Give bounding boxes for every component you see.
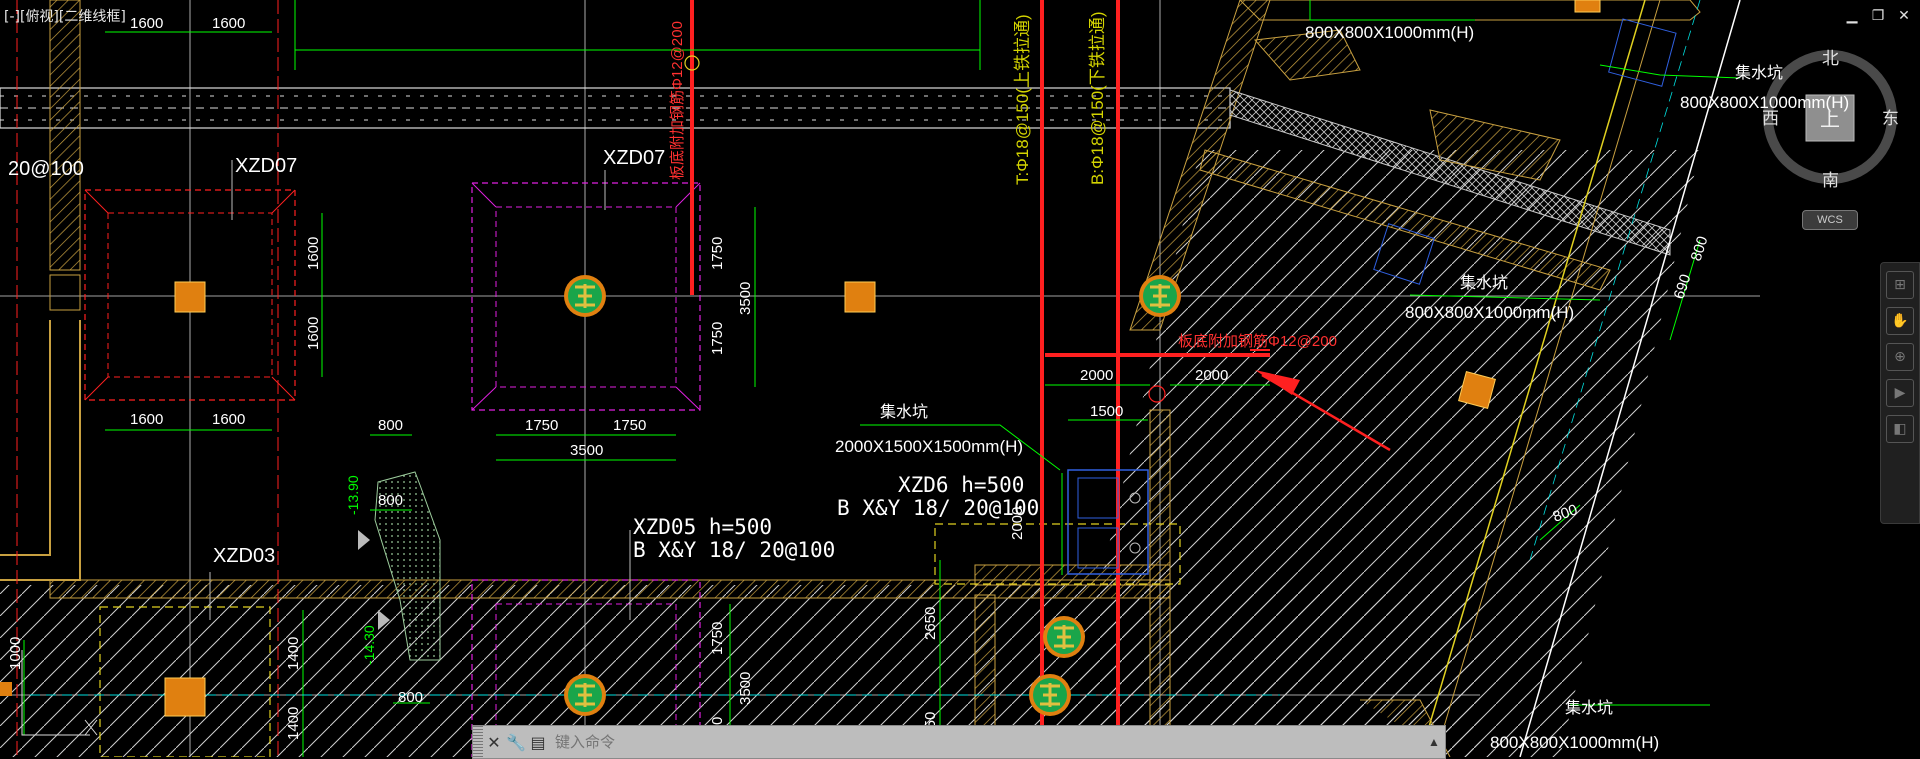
viewcube-top-face[interactable]: 上 xyxy=(1820,108,1840,131)
label-xzd03: XZD03 xyxy=(213,545,275,567)
viewcube-north[interactable]: 北 xyxy=(1822,49,1839,68)
viewport-controls-label[interactable]: [-][俯视][二维线框] xyxy=(4,6,126,26)
dim-text: 1500 xyxy=(1090,403,1123,420)
dim-text: 800 xyxy=(378,417,403,434)
pan-icon[interactable]: ✋ xyxy=(1886,307,1914,335)
wrench-icon[interactable]: 🔧 xyxy=(505,730,527,754)
dim-text: 800 xyxy=(378,492,403,509)
viewport-window-controls: ▁ ❐ ✕ xyxy=(1844,8,1912,24)
command-line-grip[interactable] xyxy=(473,726,483,758)
wcs-menu[interactable]: WCS xyxy=(1802,210,1858,230)
navigation-bar: ⊞ ✋ ⊕ ▶ ◧ xyxy=(1880,262,1920,524)
dim-text: 1000 xyxy=(7,637,24,670)
viewcube-south[interactable]: 南 xyxy=(1822,171,1839,190)
red-note-horizontal: 板底附加钢筋Φ12@200 xyxy=(1178,332,1337,350)
expand-history-icon[interactable]: ▲ xyxy=(1423,735,1445,749)
sump-pit-top-right[interactable] xyxy=(1608,18,1677,87)
pit5-size: 800X800X1000mm(H) xyxy=(1490,733,1659,752)
pit2-size: 800X800X1000mm(H) xyxy=(1305,23,1474,42)
close-icon[interactable]: ✕ xyxy=(483,730,505,754)
pit1-size: 2000X1500X1500mm(H) xyxy=(835,437,1023,456)
dim-text: 2000 xyxy=(1195,367,1228,384)
rebar-label-left: 20@100 xyxy=(8,158,84,180)
drawing-canvas[interactable]: 20@100 XZD07 XZD07 XZD03 XZD05 h=500 B X… xyxy=(0,0,1920,757)
dim-text: 2000 xyxy=(1009,507,1026,540)
pit4-name: 集水坑 xyxy=(1460,274,1508,292)
dim-text: 2650 xyxy=(922,607,939,640)
dim-text: 1400 xyxy=(285,637,302,670)
label-xzd07-mid: XZD07 xyxy=(603,147,665,169)
dim-text: 1600 xyxy=(305,237,322,270)
dim-text: 1600 xyxy=(212,15,245,32)
dim-text: 1750 xyxy=(709,622,726,655)
recent-commands-icon[interactable]: ▤ xyxy=(527,730,549,754)
showmotion-icon[interactable]: ◧ xyxy=(1886,415,1914,443)
dim-text: 1600 xyxy=(130,15,163,32)
dim-text: 1750 xyxy=(613,417,646,434)
dim-text: 690 xyxy=(1671,272,1695,301)
elevation-upper: -13.90 xyxy=(345,475,361,515)
label-xzd6: XZD6 h=500 xyxy=(898,473,1024,497)
pit1-name: 集水坑 xyxy=(880,403,928,421)
bottom-rebar-note: B:Φ18@150(下铁拉通) xyxy=(1088,12,1107,185)
dim-text: 3500 xyxy=(737,282,754,315)
wall-left xyxy=(49,0,81,271)
restore-button[interactable]: ❐ xyxy=(1870,8,1886,24)
dim-text: 1600 xyxy=(130,411,163,428)
dim-text: 1750 xyxy=(525,417,558,434)
dim-text: 3500 xyxy=(737,672,754,705)
label-xzd05: XZD05 h=500 xyxy=(633,515,772,539)
pit5-name: 集水坑 xyxy=(1565,699,1613,717)
orbit-icon[interactable]: ▶ xyxy=(1886,379,1914,407)
dim-text: 1400 xyxy=(285,707,302,740)
viewcube-east[interactable]: 东 xyxy=(1882,109,1899,128)
minimize-button[interactable]: ▁ xyxy=(1844,8,1860,24)
label-xzd05-rebar: B X&Y 18/ 20@100 xyxy=(633,538,835,562)
dim-text: 3500 xyxy=(570,442,603,459)
close-button[interactable]: ✕ xyxy=(1896,8,1912,24)
top-rebar-note: T:Φ18@150(上铁拉通) xyxy=(1013,14,1032,185)
dim-text: 1750 xyxy=(709,322,726,355)
elevation-lower: -14.30 xyxy=(361,625,377,665)
dim-text: 1600 xyxy=(212,411,245,428)
command-input[interactable] xyxy=(549,728,1423,756)
dim-text: 1600 xyxy=(305,317,322,350)
dim-text: 2000 xyxy=(1080,367,1113,384)
zoom-icon[interactable]: ⊕ xyxy=(1886,343,1914,371)
viewcube-west[interactable]: 西 xyxy=(1762,109,1779,128)
dim-text: 1750 xyxy=(709,237,726,270)
dim-text: 800 xyxy=(1688,234,1712,263)
pit3-name: 集水坑 xyxy=(1735,64,1783,82)
label-xzd07-left: XZD07 xyxy=(235,155,297,177)
command-line: ✕ 🔧 ▤ ▲ xyxy=(472,725,1446,759)
dim-text: 800 xyxy=(398,689,423,706)
full-navigation-wheel-icon[interactable]: ⊞ xyxy=(1886,271,1914,299)
red-note-vertical: 板底附加钢筋Φ12@200 xyxy=(668,21,686,180)
pit4-size: 800X800X1000mm(H) xyxy=(1405,303,1574,322)
